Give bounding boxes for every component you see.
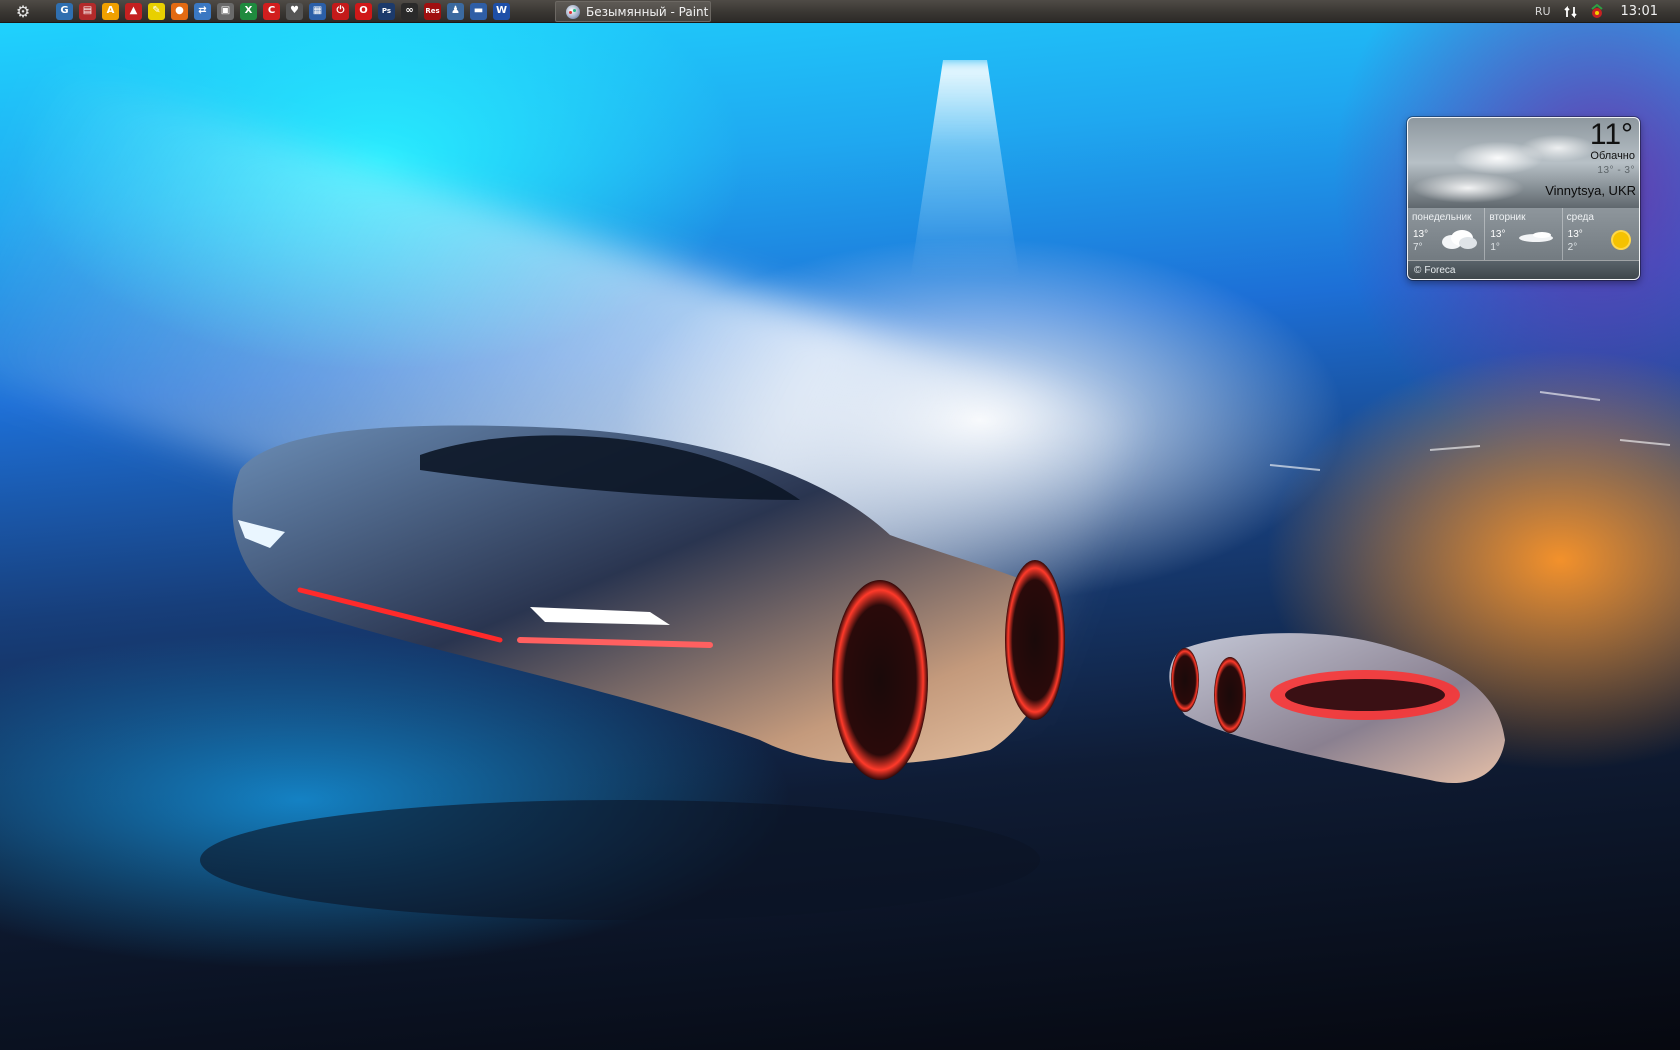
current-temperature: 11° xyxy=(1589,118,1633,151)
weather-provider-link[interactable]: © Foreca xyxy=(1408,260,1639,279)
weather-current-panel: 11° Облачно 13° - 3° Vinnytsya, UKR xyxy=(1408,118,1639,208)
pencil-icon[interactable]: ✎ xyxy=(148,2,165,20)
sun-icon xyxy=(1610,230,1631,250)
forecast-day-name: понедельник xyxy=(1412,212,1472,223)
robot-icon[interactable]: ♟ xyxy=(447,2,464,20)
forecast-high: 13° xyxy=(1490,229,1506,240)
g-app-icon[interactable]: G xyxy=(56,2,73,20)
temperature-range: 13° - 3° xyxy=(1597,165,1635,176)
photoshop-icon[interactable]: Ps xyxy=(378,2,395,20)
floor-reflection xyxy=(200,800,1040,920)
shield-icon[interactable]: ♥ xyxy=(286,2,303,20)
weather-forecast: понедельник 13° 7° вторник 13° 1° среда … xyxy=(1408,208,1639,260)
avast-icon[interactable]: A xyxy=(102,2,119,20)
weather-condition: Облачно xyxy=(1590,150,1635,162)
city-lights xyxy=(1269,391,1671,471)
res-icon[interactable]: Res xyxy=(424,2,441,20)
system-tray: RU 13:01 xyxy=(1535,0,1680,23)
forecast-low: 7° xyxy=(1413,242,1423,253)
opera-icon[interactable]: O xyxy=(355,2,372,20)
thin-cloud-icon xyxy=(1518,232,1553,242)
forecast-high: 13° xyxy=(1413,229,1429,240)
settings-window-icon[interactable]: ▣ xyxy=(217,2,234,20)
provider-name: Foreca xyxy=(1424,264,1456,276)
network-arrows-icon[interactable] xyxy=(1563,4,1579,20)
infinity-icon[interactable]: ∞ xyxy=(401,2,418,20)
copyright-icon: © xyxy=(1414,264,1422,276)
network-icon[interactable]: ⇄ xyxy=(194,2,211,20)
pdf-icon[interactable]: ▤ xyxy=(79,2,96,20)
forecast-low: 2° xyxy=(1567,242,1578,253)
forecast-day-name: среда xyxy=(1566,212,1594,223)
weather-gadget[interactable]: 11° Облачно 13° - 3° Vinnytsya, UKR поне… xyxy=(1407,117,1640,280)
forecast-day: вторник 13° 1° xyxy=(1485,208,1563,260)
excel-icon[interactable]: X xyxy=(240,2,257,20)
gear-start-icon: ⚙ xyxy=(15,1,31,21)
quick-launch-bar: G ▤ A ▲ ✎ ● ⇄ ▣ X C ♥ ▦ ⏻ O Ps ∞ Res ♟ ▬ W xyxy=(56,2,510,20)
forecast-day-name: вторник xyxy=(1489,212,1526,223)
second-concept-car xyxy=(1169,633,1505,784)
clock[interactable]: 13:01 xyxy=(1621,4,1658,19)
weather-location: Vinnytsya, UKR xyxy=(1545,183,1636,198)
taskbar: ⚙ G ▤ A ▲ ✎ ● ⇄ ▣ X C ♥ ▦ ⏻ O Ps ∞ Res ♟ ▬ W Безымянный - P… xyxy=(0,0,1680,23)
start-button[interactable]: ⚙ xyxy=(10,0,36,23)
red-car-icon[interactable]: ▲ xyxy=(125,2,142,20)
forecast-high: 13° xyxy=(1567,229,1583,240)
forecast-day: среда 13° 2° xyxy=(1563,208,1639,260)
disk-save-icon[interactable]: ▬ xyxy=(470,2,487,20)
language-indicator[interactable]: RU xyxy=(1535,5,1551,18)
red-c-icon[interactable]: C xyxy=(263,2,280,20)
power-icon[interactable]: ⏻ xyxy=(332,2,349,20)
desktop-wallpaper: ⚙ G ▤ A ▲ ✎ ● ⇄ ▣ X C ♥ ▦ ⏻ O Ps ∞ Res ♟ ▬ W Безымянный - P… xyxy=(0,0,1680,1050)
main-concept-car xyxy=(232,425,1065,780)
firefox-icon[interactable]: ● xyxy=(171,2,188,20)
word-icon[interactable]: W xyxy=(493,2,510,20)
taskbar-window-paint[interactable]: Безымянный - Paint xyxy=(555,1,711,22)
cloud-icon xyxy=(1442,230,1478,249)
paint-icon xyxy=(566,4,580,19)
photos-icon[interactable]: ▦ xyxy=(309,2,326,20)
forecast-day: понедельник 13° 7° xyxy=(1408,208,1486,260)
forecast-low: 1° xyxy=(1490,242,1500,253)
antivirus-icon[interactable] xyxy=(1589,3,1605,20)
window-title: Безымянный - Paint xyxy=(586,4,709,19)
